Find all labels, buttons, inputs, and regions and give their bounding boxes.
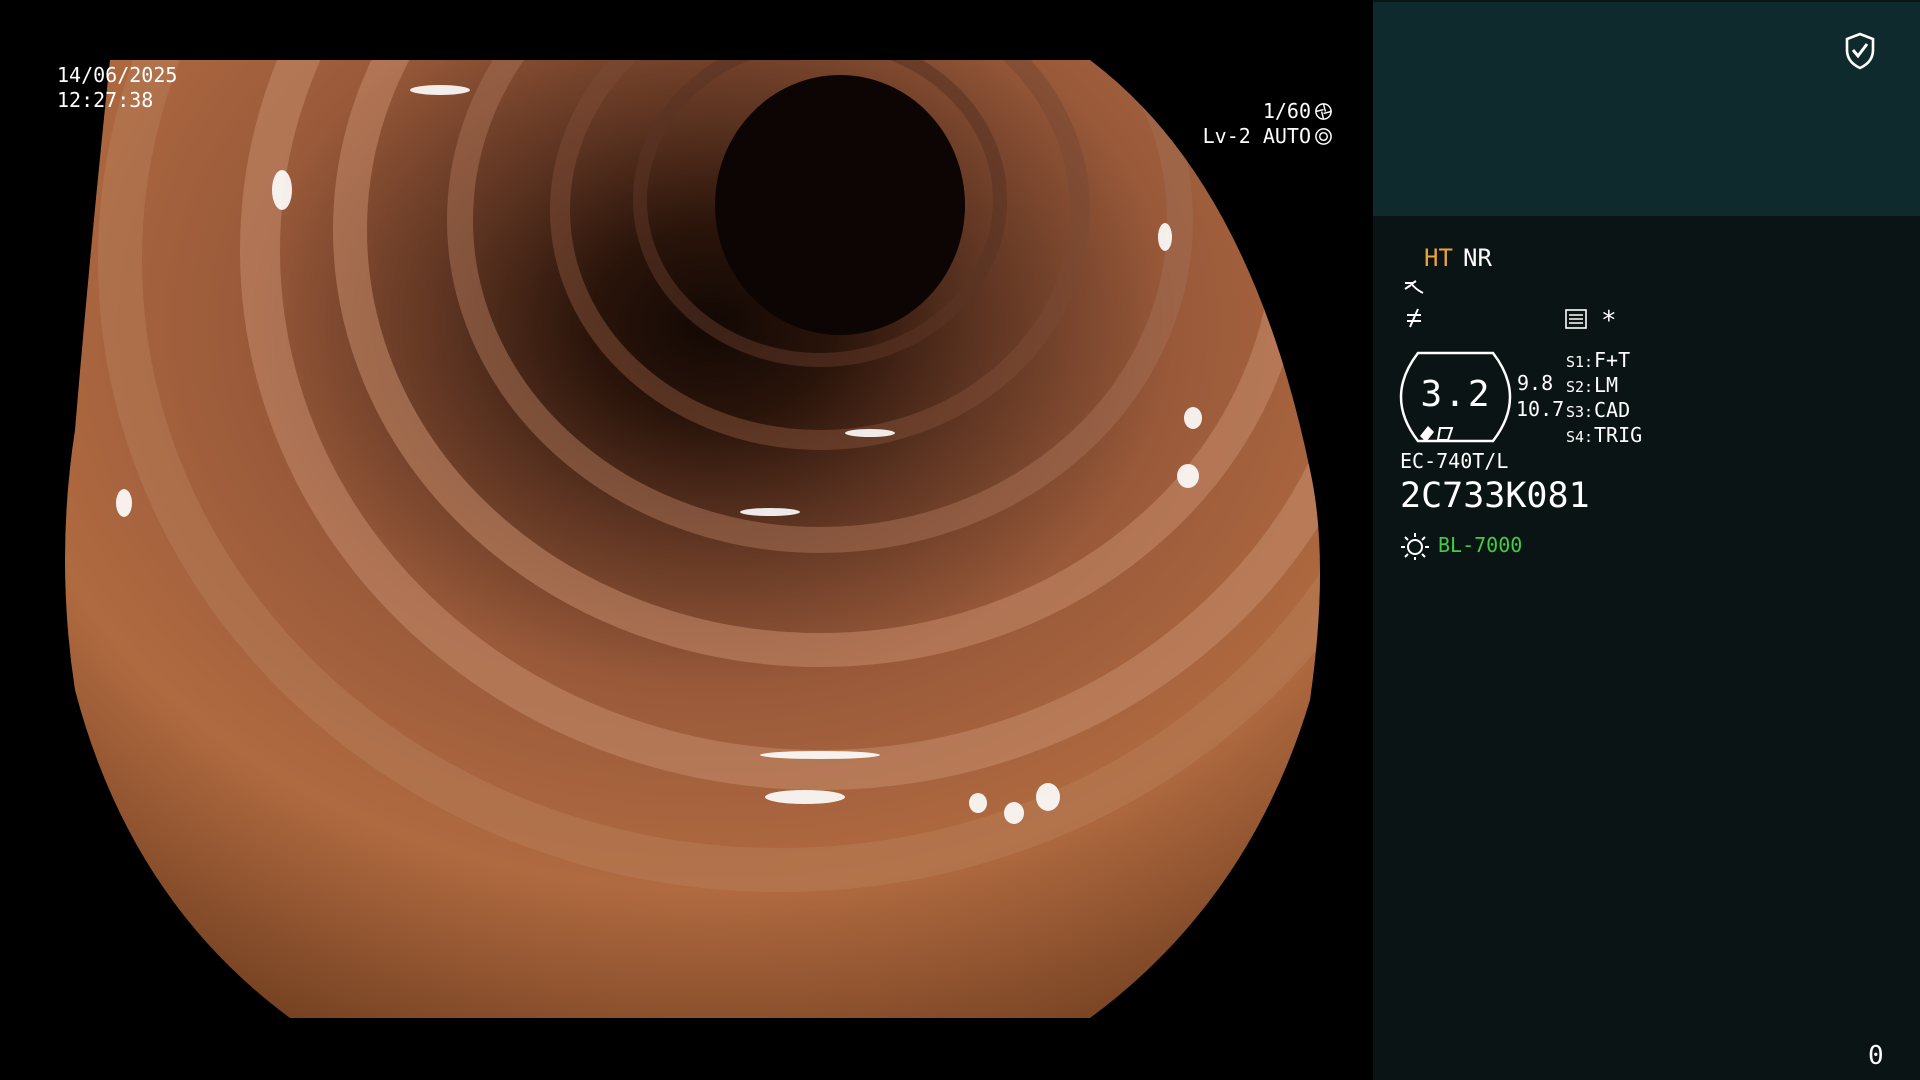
slot-value: CAD [1594,398,1631,422]
slot-key: S2: [1566,378,1594,396]
date-time-readout: 14/06/2025 12:27:38 [57,63,177,113]
light-source-icon [1401,533,1429,560]
dial-side-value-1: 9.8 [1517,371,1554,395]
slot-value: LM [1594,373,1619,397]
switch-slot: S2: LM [1566,373,1642,398]
info-panel: HT NR * 3.2 9.8 10.7 S1: F+T S2: LM S3: … [1373,0,1920,1080]
slot-key: S4: [1566,428,1594,446]
date-text: 14/06/2025 [57,63,178,87]
dial-side-value-2: 10.7 [1516,397,1565,421]
mode-nr-label: NR [1463,244,1492,272]
switch-slot: S3: CAD [1566,398,1642,423]
frame-counter: 0 [1868,1041,1884,1071]
endoscope-image [65,60,1320,1018]
time-text: 12:27:38 [57,88,154,112]
settings-list-icon [1565,309,1587,329]
shield-check-icon [1845,32,1875,70]
scope-serial: 2C733K081 [1400,476,1590,516]
star-marker: * [1601,306,1617,336]
switch-slot: S1: F+T [1566,348,1642,373]
slot-key: S1: [1566,353,1594,371]
slot-value: F+T [1594,348,1631,372]
shutter-text: 1/60 [1262,99,1311,123]
not-equal-icon [1407,308,1421,328]
slot-value: TRIG [1594,423,1643,447]
aperture-icon [1315,103,1332,120]
iris-icon [1315,128,1332,145]
enhancement-curve-icon [1404,280,1424,294]
mode-ht-label: HT [1424,244,1453,272]
level-text: Lv-2 AUTO [1202,124,1311,148]
slot-key: S3: [1566,403,1594,421]
scope-model: EC-740T/L [1400,449,1509,473]
switch-slot: S4: TRIG [1566,423,1642,448]
dial-value: 3.2 [1420,374,1492,415]
endoscope-viewport: 14/06/2025 12:27:38 1/60 Lv-2 AUTO [0,0,1373,1080]
switch-assignments: S1: F+T S2: LM S3: CAD S4: TRIG [1566,348,1642,448]
panel-header [1373,2,1920,216]
light-source-label: BL-7000 [1438,533,1523,557]
exposure-readout: 1/60 Lv-2 AUTO [1203,99,1333,149]
